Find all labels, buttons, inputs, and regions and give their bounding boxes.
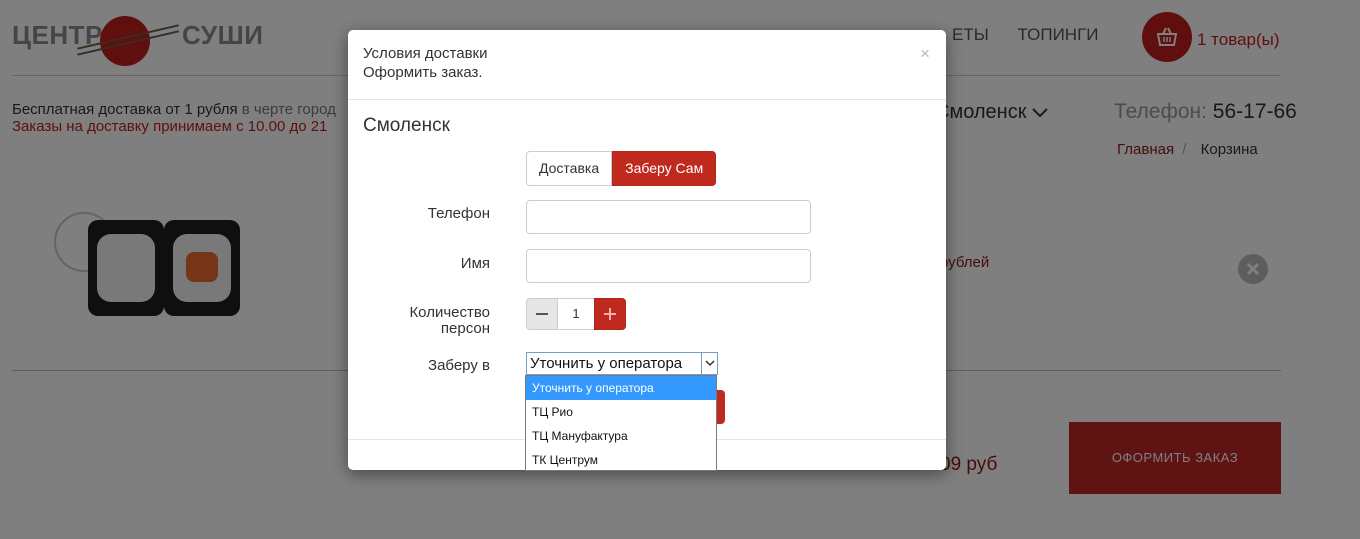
persons-label-line: Количество (409, 304, 490, 321)
name-input[interactable] (526, 249, 811, 283)
pickup-location-select[interactable]: Уточнить у оператора (526, 352, 718, 375)
persons-quantity[interactable]: 1 (557, 298, 595, 330)
pickup-option[interactable]: ТЦ Рио (526, 400, 716, 424)
modal-header: Условия доставки Оформить заказ. × (348, 30, 946, 100)
phone-input[interactable] (526, 200, 811, 234)
pickup-options-list: Уточнить у оператора ТЦ Рио ТЦ Мануфакту… (525, 375, 717, 471)
pickup-select-value: Уточнить у оператора (530, 355, 683, 372)
chevron-down-icon[interactable] (701, 353, 717, 374)
minus-icon[interactable] (526, 298, 558, 330)
delivery-option-button[interactable]: Доставка (526, 151, 613, 186)
pickup-location-label: Заберу в (428, 357, 490, 374)
persons-field-label: Количество персон (409, 305, 490, 337)
pickup-option[interactable]: ТЦ Мануфактура (526, 424, 716, 448)
pickup-option[interactable]: Уточнить у оператора (526, 376, 716, 400)
modal-subtitle: Оформить заказ. (363, 64, 483, 81)
pickup-option[interactable]: ТК Центрум (526, 448, 716, 472)
close-icon[interactable]: × (920, 44, 930, 64)
phone-field-label: Телефон (427, 205, 490, 222)
persons-label-line: персон (440, 320, 490, 337)
delivery-mode-toggle: Доставка Заберу Сам (526, 151, 717, 186)
pickup-option-button[interactable]: Заберу Сам (612, 151, 717, 186)
name-field-label: Имя (460, 255, 490, 272)
modal-city: Смоленск (363, 115, 450, 136)
plus-icon[interactable] (594, 298, 626, 330)
modal-title: Условия доставки (363, 45, 488, 62)
